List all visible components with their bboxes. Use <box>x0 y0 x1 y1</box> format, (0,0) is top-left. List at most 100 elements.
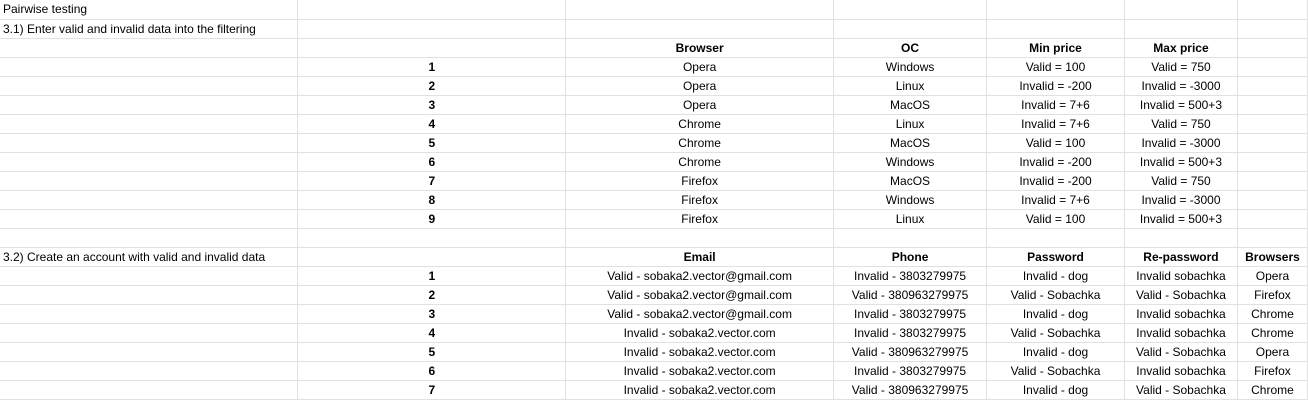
re-password-cell[interactable]: Valid - Sobachka <box>1124 285 1238 305</box>
min-price-cell[interactable]: Valid = 100 <box>986 133 1125 153</box>
browsers-cell[interactable]: Firefox <box>1237 361 1308 381</box>
row-number-cell[interactable]: 3 <box>297 95 567 115</box>
empty-cell[interactable] <box>0 304 299 324</box>
empty-cell[interactable] <box>0 171 299 191</box>
password-cell[interactable]: Valid - Sobachka <box>986 361 1125 381</box>
max-price-cell[interactable]: Valid = 750 <box>1124 57 1238 77</box>
re-password-cell[interactable]: Invalid sobachka <box>1124 361 1238 381</box>
os-cell[interactable]: MacOS <box>833 95 988 115</box>
row-number-cell[interactable]: 2 <box>297 285 567 305</box>
os-cell[interactable]: Windows <box>833 190 988 210</box>
empty-cell[interactable] <box>1237 38 1308 58</box>
os-cell[interactable]: MacOS <box>833 171 988 191</box>
phone-cell[interactable]: Valid - 380963279975 <box>833 285 988 305</box>
empty-cell[interactable] <box>0 152 299 172</box>
empty-cell[interactable] <box>0 190 299 210</box>
max-price-cell[interactable]: Invalid = 500+3 <box>1124 95 1238 115</box>
empty-cell[interactable] <box>0 285 299 305</box>
password-cell[interactable]: Invalid - dog <box>986 380 1125 400</box>
browser-cell[interactable]: Firefox <box>565 190 835 210</box>
min-price-cell[interactable]: Valid = 100 <box>986 209 1125 229</box>
row-number-cell[interactable]: 2 <box>297 76 567 96</box>
min-price-cell[interactable]: Invalid = -200 <box>986 76 1125 96</box>
empty-cell[interactable] <box>1237 57 1308 77</box>
empty-cell[interactable] <box>1237 0 1308 20</box>
password-cell[interactable]: Invalid - dog <box>986 304 1125 324</box>
empty-cell[interactable] <box>833 19 988 39</box>
empty-cell[interactable] <box>565 19 835 39</box>
empty-cell[interactable] <box>0 342 299 362</box>
row-number-cell[interactable]: 4 <box>297 114 567 134</box>
min-price-cell[interactable]: Invalid = -200 <box>986 152 1125 172</box>
empty-cell[interactable] <box>1124 19 1238 39</box>
os-cell[interactable]: Windows <box>833 152 988 172</box>
browsers-cell[interactable]: Chrome <box>1237 323 1308 343</box>
browser-cell[interactable]: Chrome <box>565 152 835 172</box>
max-price-cell[interactable]: Invalid = -3000 <box>1124 190 1238 210</box>
section1-label-cell[interactable]: 3.1) Enter valid and invalid data into t… <box>0 19 299 39</box>
empty-cell[interactable] <box>833 228 988 248</box>
header-phone[interactable]: Phone <box>833 247 988 267</box>
header-re-password[interactable]: Re-password <box>1124 247 1238 267</box>
os-cell[interactable]: MacOS <box>833 133 988 153</box>
empty-cell[interactable] <box>1237 95 1308 115</box>
empty-cell[interactable] <box>565 228 835 248</box>
phone-cell[interactable]: Valid - 380963279975 <box>833 342 988 362</box>
empty-cell[interactable] <box>0 380 299 400</box>
empty-cell[interactable] <box>1124 228 1238 248</box>
empty-cell[interactable] <box>0 76 299 96</box>
browser-cell[interactable]: Firefox <box>565 171 835 191</box>
empty-cell[interactable] <box>1237 228 1308 248</box>
header-password[interactable]: Password <box>986 247 1125 267</box>
browsers-cell[interactable]: Opera <box>1237 266 1308 286</box>
header-browsers[interactable]: Browsers <box>1237 247 1308 267</box>
re-password-cell[interactable]: Valid - Sobachka <box>1124 342 1238 362</box>
row-number-cell[interactable]: 3 <box>297 304 567 324</box>
row-number-cell[interactable]: 7 <box>297 380 567 400</box>
empty-cell[interactable] <box>0 323 299 343</box>
empty-cell[interactable] <box>297 19 567 39</box>
re-password-cell[interactable]: Invalid sobachka <box>1124 323 1238 343</box>
empty-cell[interactable] <box>0 95 299 115</box>
min-price-cell[interactable]: Invalid = 7+6 <box>986 114 1125 134</box>
max-price-cell[interactable]: Invalid = 500+3 <box>1124 209 1238 229</box>
os-cell[interactable]: Windows <box>833 57 988 77</box>
row-number-cell[interactable]: 9 <box>297 209 567 229</box>
empty-cell[interactable] <box>1237 171 1308 191</box>
browsers-cell[interactable]: Chrome <box>1237 304 1308 324</box>
re-password-cell[interactable]: Valid - Sobachka <box>1124 380 1238 400</box>
browsers-cell[interactable]: Firefox <box>1237 285 1308 305</box>
re-password-cell[interactable]: Invalid sobachka <box>1124 266 1238 286</box>
header-browser[interactable]: Browser <box>565 38 835 58</box>
empty-cell[interactable] <box>1237 19 1308 39</box>
password-cell[interactable]: Valid - Sobachka <box>986 323 1125 343</box>
empty-cell[interactable] <box>297 228 567 248</box>
header-email[interactable]: Email <box>565 247 835 267</box>
empty-cell[interactable] <box>986 0 1125 20</box>
email-cell[interactable]: Valid - sobaka2.vector@gmail.com <box>565 266 835 286</box>
empty-cell[interactable] <box>0 133 299 153</box>
os-cell[interactable]: Linux <box>833 114 988 134</box>
header-max-price[interactable]: Max price <box>1124 38 1238 58</box>
empty-cell[interactable] <box>833 0 988 20</box>
browser-cell[interactable]: Opera <box>565 57 835 77</box>
empty-cell[interactable] <box>297 0 567 20</box>
max-price-cell[interactable]: Valid = 750 <box>1124 171 1238 191</box>
email-cell[interactable]: Invalid - sobaka2.vector.com <box>565 323 835 343</box>
empty-cell[interactable] <box>1237 133 1308 153</box>
max-price-cell[interactable]: Invalid = 500+3 <box>1124 152 1238 172</box>
browser-cell[interactable]: Chrome <box>565 114 835 134</box>
min-price-cell[interactable]: Invalid = 7+6 <box>986 190 1125 210</box>
row-number-cell[interactable]: 1 <box>297 57 567 77</box>
empty-cell[interactable] <box>565 0 835 20</box>
empty-cell[interactable] <box>0 266 299 286</box>
password-cell[interactable]: Valid - Sobachka <box>986 285 1125 305</box>
empty-cell[interactable] <box>986 228 1125 248</box>
min-price-cell[interactable]: Invalid = 7+6 <box>986 95 1125 115</box>
section2-label-cell[interactable]: 3.2) Create an account with valid and in… <box>0 247 299 267</box>
email-cell[interactable]: Invalid - sobaka2.vector.com <box>565 361 835 381</box>
browser-cell[interactable]: Opera <box>565 95 835 115</box>
header-os[interactable]: OC <box>833 38 988 58</box>
empty-cell[interactable] <box>1237 152 1308 172</box>
row-number-cell[interactable]: 8 <box>297 190 567 210</box>
